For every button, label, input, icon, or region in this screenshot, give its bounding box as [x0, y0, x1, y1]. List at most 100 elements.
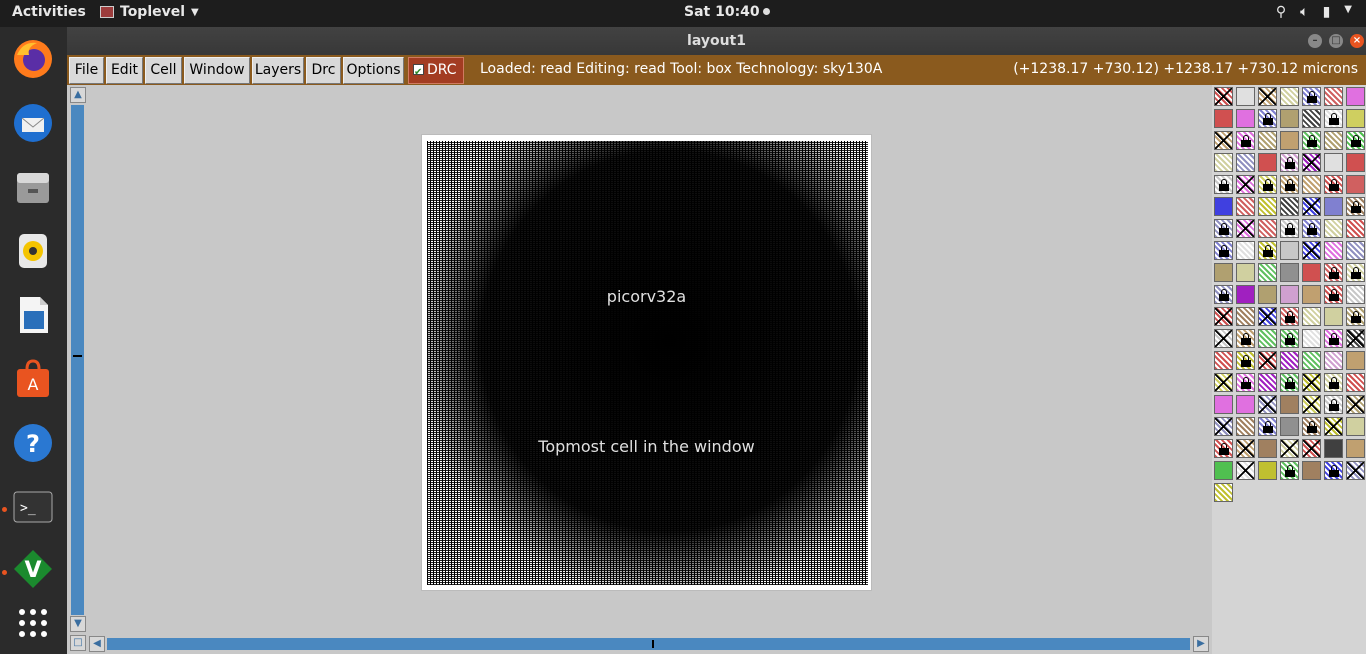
layer-swatch[interactable]: [1280, 109, 1299, 128]
layer-swatch[interactable]: [1258, 219, 1277, 238]
layer-swatch[interactable]: [1346, 175, 1365, 194]
layer-swatch[interactable]: [1324, 197, 1343, 216]
layer-swatch[interactable]: [1302, 219, 1321, 238]
clock[interactable]: Sat 10:40: [684, 4, 770, 20]
layer-swatch[interactable]: [1280, 153, 1299, 172]
layer-swatch[interactable]: [1258, 263, 1277, 282]
layer-swatch[interactable]: [1346, 395, 1365, 414]
layer-swatch[interactable]: [1302, 153, 1321, 172]
layer-swatch[interactable]: [1346, 263, 1365, 282]
layer-swatch[interactable]: [1302, 395, 1321, 414]
layer-swatch[interactable]: [1346, 219, 1365, 238]
layer-swatch[interactable]: [1346, 109, 1365, 128]
layer-swatch[interactable]: [1324, 263, 1343, 282]
layer-swatch[interactable]: [1324, 131, 1343, 150]
vertical-scroll-trough[interactable]: [71, 105, 84, 615]
layer-swatch[interactable]: [1302, 373, 1321, 392]
layout-canvas[interactable]: picorv32a Topmost cell in the window: [88, 85, 1211, 633]
layer-swatch[interactable]: [1214, 241, 1233, 260]
layer-swatch[interactable]: [1214, 131, 1233, 150]
files-icon[interactable]: [9, 163, 57, 211]
activities-button[interactable]: Activities: [12, 4, 86, 20]
layer-swatch[interactable]: [1258, 307, 1277, 326]
layer-swatch[interactable]: [1280, 263, 1299, 282]
layer-swatch[interactable]: [1236, 197, 1255, 216]
layer-swatch[interactable]: [1258, 395, 1277, 414]
layer-swatch[interactable]: [1236, 395, 1255, 414]
layer-swatch[interactable]: [1214, 417, 1233, 436]
layer-swatch[interactable]: [1236, 285, 1255, 304]
app-menu[interactable]: Toplevel ▼: [100, 4, 199, 20]
battery-icon[interactable]: ▮: [1323, 4, 1331, 20]
layer-swatch[interactable]: [1236, 131, 1255, 150]
layer-swatch[interactable]: [1214, 483, 1233, 502]
layer-swatch[interactable]: [1324, 307, 1343, 326]
layer-swatch[interactable]: [1214, 219, 1233, 238]
layer-swatch[interactable]: [1302, 329, 1321, 348]
layer-swatch[interactable]: [1236, 307, 1255, 326]
network-icon[interactable]: ⚲: [1276, 4, 1286, 20]
show-apps-icon[interactable]: [9, 599, 57, 647]
menu-options[interactable]: Options: [343, 57, 404, 84]
zoom-box-icon[interactable]: □: [70, 635, 86, 651]
layer-swatch[interactable]: [1324, 153, 1343, 172]
layer-swatch[interactable]: [1280, 219, 1299, 238]
chevron-down-icon[interactable]: ▼: [1344, 4, 1352, 20]
layer-swatch[interactable]: [1214, 395, 1233, 414]
layer-swatch[interactable]: [1258, 87, 1277, 106]
drc-toggle[interactable]: DRC: [408, 57, 464, 85]
layer-swatch[interactable]: [1324, 439, 1343, 458]
layer-swatch[interactable]: [1280, 197, 1299, 216]
layer-swatch[interactable]: [1258, 285, 1277, 304]
layer-swatch[interactable]: [1346, 197, 1365, 216]
menu-drc[interactable]: Drc: [306, 57, 341, 84]
layer-swatch[interactable]: [1324, 87, 1343, 106]
layer-swatch[interactable]: [1214, 263, 1233, 282]
maximize-button[interactable]: □: [1329, 34, 1343, 48]
layer-swatch[interactable]: [1302, 197, 1321, 216]
layer-swatch[interactable]: [1258, 153, 1277, 172]
scroll-down-arrow-icon[interactable]: ▼: [70, 616, 86, 632]
layer-swatch[interactable]: [1346, 307, 1365, 326]
layer-swatch[interactable]: [1324, 241, 1343, 260]
layer-swatch[interactable]: [1346, 329, 1365, 348]
layer-swatch[interactable]: [1346, 461, 1365, 480]
layer-swatch[interactable]: [1302, 285, 1321, 304]
layer-swatch[interactable]: [1302, 131, 1321, 150]
layer-swatch[interactable]: [1214, 109, 1233, 128]
layer-swatch[interactable]: [1346, 285, 1365, 304]
menu-window[interactable]: Window: [184, 57, 250, 84]
menu-file[interactable]: File: [69, 57, 104, 84]
layer-swatch[interactable]: [1236, 263, 1255, 282]
layer-swatch[interactable]: [1236, 373, 1255, 392]
layer-swatch[interactable]: [1302, 175, 1321, 194]
layer-swatch[interactable]: [1214, 153, 1233, 172]
layer-swatch[interactable]: [1236, 87, 1255, 106]
layer-swatch[interactable]: [1302, 417, 1321, 436]
layer-swatch[interactable]: [1280, 439, 1299, 458]
layer-swatch[interactable]: [1346, 373, 1365, 392]
layer-swatch[interactable]: [1236, 241, 1255, 260]
layer-swatch[interactable]: [1346, 439, 1365, 458]
layer-swatch[interactable]: [1214, 87, 1233, 106]
layer-swatch[interactable]: [1214, 285, 1233, 304]
scroll-right-arrow-icon[interactable]: ▶: [1193, 636, 1209, 652]
layer-swatch[interactable]: [1258, 197, 1277, 216]
layer-swatch[interactable]: [1280, 351, 1299, 370]
minimize-button[interactable]: –: [1308, 34, 1322, 48]
layer-swatch[interactable]: [1302, 263, 1321, 282]
layer-swatch[interactable]: [1302, 439, 1321, 458]
layer-swatch[interactable]: [1258, 241, 1277, 260]
layer-swatch[interactable]: [1280, 461, 1299, 480]
system-tray[interactable]: ⚲ 🔈︎ ▮ ▼: [1276, 4, 1352, 20]
layer-swatch[interactable]: [1324, 109, 1343, 128]
layer-swatch[interactable]: [1346, 417, 1365, 436]
layer-swatch[interactable]: [1258, 175, 1277, 194]
layer-swatch[interactable]: [1324, 373, 1343, 392]
layer-swatch[interactable]: [1324, 175, 1343, 194]
layer-swatch[interactable]: [1280, 175, 1299, 194]
menu-layers[interactable]: Layers: [252, 57, 304, 84]
layer-swatch[interactable]: [1280, 417, 1299, 436]
layer-swatch[interactable]: [1302, 351, 1321, 370]
layer-swatch[interactable]: [1214, 175, 1233, 194]
